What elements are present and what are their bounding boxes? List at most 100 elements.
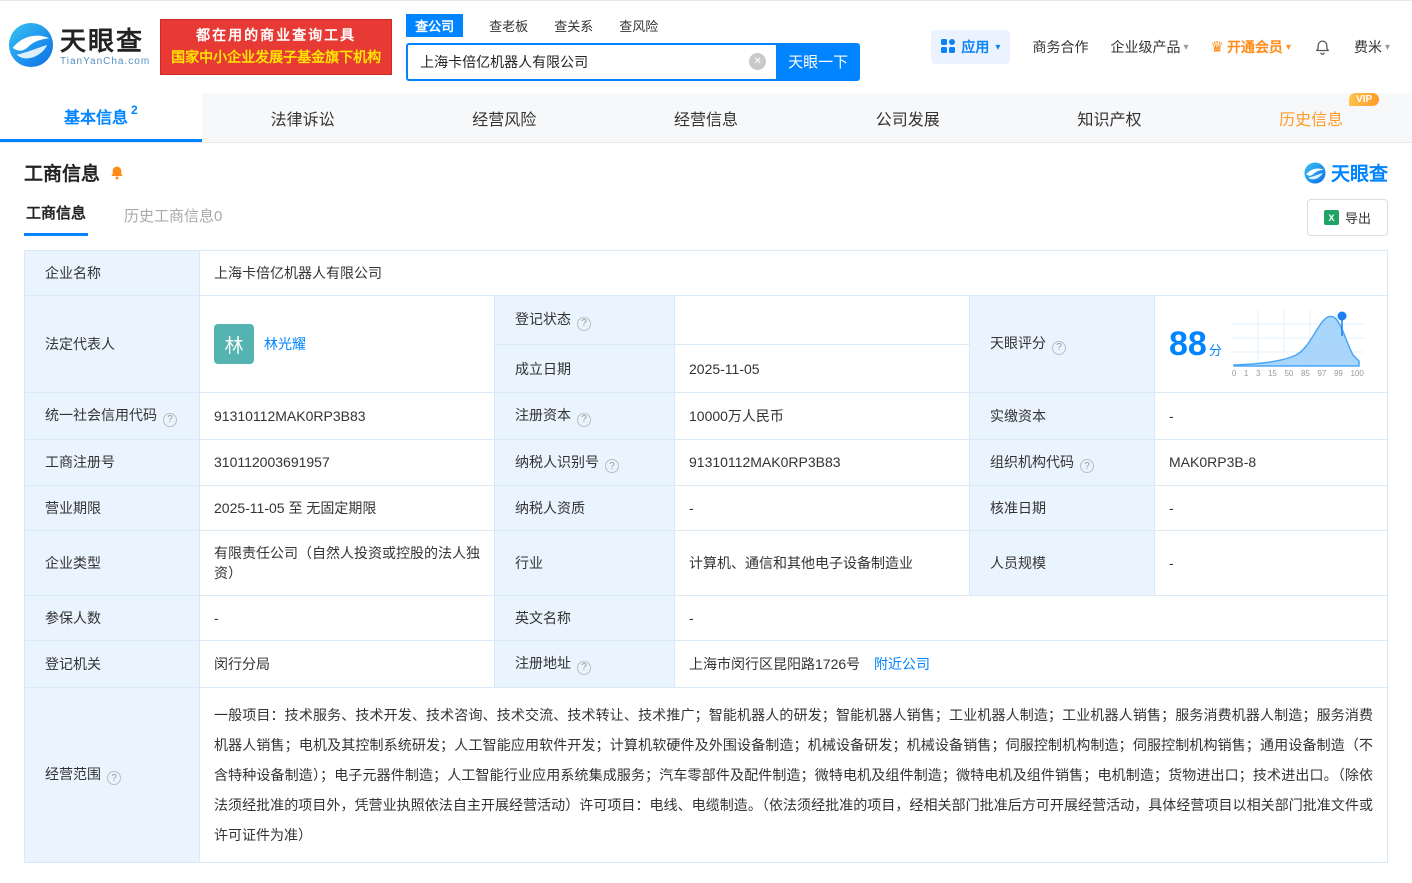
notification-bell-icon[interactable]: [1313, 38, 1332, 57]
reg-authority-label: 登记机关: [25, 641, 200, 688]
vip-badge: VIP: [1349, 93, 1379, 106]
export-label: 导出: [1345, 208, 1371, 227]
tab-operation-info[interactable]: 经营信息: [605, 93, 807, 142]
watermark-label: 天眼查: [1331, 159, 1388, 186]
business-scope-label: 经营范围?: [25, 687, 200, 862]
legal-rep-value: 林 林光耀: [200, 296, 495, 393]
help-icon[interactable]: ?: [1052, 341, 1066, 355]
help-icon[interactable]: ?: [577, 413, 591, 427]
promo-line1: 都在用的商业查询工具: [171, 25, 381, 47]
company-name-value: 上海卡倍亿机器人有限公司: [200, 251, 1388, 296]
table-row: 统一社会信用代码? 91310112MAK0RP3B83 注册资本? 10000…: [25, 393, 1388, 440]
export-button[interactable]: X 导出: [1307, 199, 1388, 236]
legal-rep-avatar[interactable]: 林: [214, 324, 254, 364]
score-curve-chart: 0131550859799100: [1232, 310, 1364, 378]
subtab-history-business-info[interactable]: 历史工商信息0: [122, 195, 224, 236]
tianyan-score-label: 天眼评分?: [970, 296, 1155, 393]
search-button[interactable]: 天眼一下: [776, 43, 860, 81]
clear-icon[interactable]: ✕: [749, 53, 766, 70]
paid-capital-value: -: [1155, 393, 1388, 440]
enterprise-label: 企业级产品: [1110, 37, 1180, 57]
help-icon[interactable]: ?: [163, 413, 177, 427]
apps-menu[interactable]: 应用 ▾: [931, 30, 1010, 64]
subtab-business-info[interactable]: 工商信息: [24, 192, 88, 236]
help-icon[interactable]: ?: [577, 317, 591, 331]
legal-rep-label: 法定代表人: [25, 296, 200, 393]
help-icon[interactable]: ?: [1080, 459, 1094, 473]
reg-address-label: 注册地址?: [495, 641, 675, 688]
search-tab-company[interactable]: 查公司: [406, 14, 463, 37]
tab-label: 经营信息: [674, 106, 738, 130]
help-icon[interactable]: ?: [577, 661, 591, 675]
help-icon[interactable]: ?: [107, 771, 121, 785]
industry-label: 行业: [495, 531, 675, 596]
chevron-down-icon: ▾: [1286, 42, 1291, 53]
legal-rep-link[interactable]: 林光耀: [264, 334, 306, 354]
chevron-down-icon: ▾: [1385, 42, 1390, 53]
tab-history-info[interactable]: 历史信息 VIP: [1210, 93, 1412, 142]
nav-business-cooperation[interactable]: 商务合作: [1032, 37, 1088, 57]
credit-code-label: 统一社会信用代码?: [25, 393, 200, 440]
search-tab-relation[interactable]: 查关系: [554, 16, 593, 35]
username: 费米: [1354, 37, 1382, 57]
reg-number-label: 工商注册号: [25, 439, 200, 486]
top-header: 天眼查 TianYanCha.com 都在用的商业查询工具 国家中小企业发展子基…: [0, 1, 1412, 93]
promo-line2: 国家中小企业发展子基金旗下机构: [171, 47, 381, 69]
nav-enterprise-products[interactable]: 企业级产品 ▾: [1110, 37, 1188, 57]
tab-intellectual-property[interactable]: 知识产权: [1009, 93, 1211, 142]
table-row: 工商注册号 310112003691957 纳税人识别号? 91310112MA…: [25, 439, 1388, 486]
company-type-label: 企业类型: [25, 531, 200, 596]
company-type-value: 有限责任公司（自然人投资或控股的法人独资）: [200, 531, 495, 596]
vip-label: 开通会员: [1227, 37, 1283, 57]
search-tabs: 查公司 查老板 查关系 查风险: [406, 14, 860, 37]
table-row: 登记机关 闵行分局 注册地址? 上海市闵行区昆阳路1726号 附近公司: [25, 641, 1388, 688]
tab-basic-info[interactable]: 基本信息 2: [0, 93, 202, 142]
apps-grid-icon: [941, 39, 955, 56]
establish-date-label: 成立日期: [495, 345, 675, 393]
company-info-table: 企业名称 上海卡倍亿机器人有限公司 法定代表人 林 林光耀 登记状态?: [24, 250, 1388, 863]
reg-capital-label: 注册资本?: [495, 393, 675, 440]
tianyan-score-value: 88分: [1155, 296, 1388, 393]
reg-status-value: [675, 296, 970, 345]
monitor-bell-icon[interactable]: [108, 164, 126, 182]
search-tab-risk[interactable]: 查风险: [619, 16, 658, 35]
nav-open-vip[interactable]: ♛ 开通会员 ▾: [1210, 37, 1290, 57]
score-number: 88: [1169, 325, 1207, 363]
table-row: 经营范围? 一般项目：技术服务、技术开发、技术咨询、技术交流、技术转让、技术推广…: [25, 687, 1388, 862]
search-input[interactable]: [408, 54, 749, 70]
staff-size-value: -: [1155, 531, 1388, 596]
table-row: 营业期限 2025-11-05 至 无固定期限 纳税人资质 - 核准日期 -: [25, 486, 1388, 531]
nearby-companies-link[interactable]: 附近公司: [874, 656, 930, 672]
help-icon[interactable]: ?: [605, 459, 619, 473]
tab-operation-risk[interactable]: 经营风险: [403, 93, 605, 142]
search-box: ✕: [406, 43, 776, 81]
reg-address-value: 上海市闵行区昆阳路1726号 附近公司: [675, 641, 1388, 688]
english-name-label: 英文名称: [495, 596, 675, 641]
reg-authority-value: 闵行分局: [200, 641, 495, 688]
table-row: 参保人数 - 英文名称 -: [25, 596, 1388, 641]
taxpayer-id-value: 91310112MAK0RP3B83: [675, 439, 970, 486]
tab-legal-litigation[interactable]: 法律诉讼: [202, 93, 404, 142]
chevron-down-icon: ▾: [995, 42, 1000, 53]
search-tab-boss[interactable]: 查老板: [489, 16, 528, 35]
section-title: 工商信息: [24, 159, 100, 186]
industry-value: 计算机、通信和其他电子设备制造业: [675, 531, 970, 596]
main-tab-bar: 基本信息 2 法律诉讼 经营风险 经营信息 公司发展 知识产权 历史信息 VIP: [0, 93, 1412, 143]
chevron-down-icon: ▾: [1183, 42, 1188, 53]
user-menu[interactable]: 费米 ▾: [1354, 37, 1390, 57]
search-area: 查公司 查老板 查关系 查风险 ✕ 天眼一下: [406, 14, 860, 81]
section-header: 工商信息 天眼查: [24, 159, 1388, 186]
reg-status-label: 登记状态?: [495, 296, 675, 345]
credit-code-value: 91310112MAK0RP3B83: [200, 393, 495, 440]
tab-company-development[interactable]: 公司发展: [807, 93, 1009, 142]
tab-count: 2: [131, 103, 138, 117]
approval-date-value: -: [1155, 486, 1388, 531]
tianyancha-logo[interactable]: 天眼查 TianYanCha.com: [8, 22, 150, 73]
business-info-section: 工商信息 天眼查 工商信息 历史工商信息0 X 导出: [0, 159, 1412, 883]
org-code-label: 组织机构代码?: [970, 439, 1155, 486]
tianyancha-watermark: 天眼查: [1304, 159, 1388, 186]
business-scope-value: 一般项目：技术服务、技术开发、技术咨询、技术交流、技术转让、技术推广；智能机器人…: [200, 687, 1388, 862]
tianyancha-logo-icon: [8, 22, 54, 73]
logo-en: TianYanCha.com: [60, 56, 150, 67]
english-name-value: -: [675, 596, 1388, 641]
